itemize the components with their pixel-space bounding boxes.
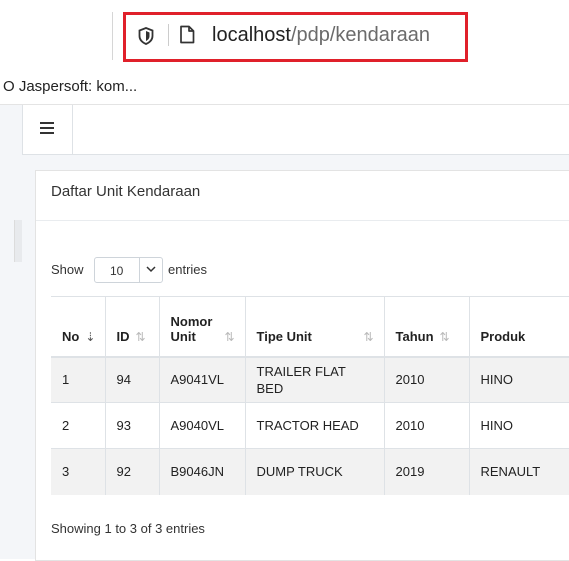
table-info: Showing 1 to 3 of 3 entries <box>51 521 205 536</box>
cell-tahun: 2010 <box>383 402 469 449</box>
chevron-down-icon[interactable] <box>139 258 162 282</box>
column-header-tahun[interactable]: Tahun ⇅ <box>383 296 469 358</box>
cell-produk: HINO <box>468 402 569 449</box>
sort-icon: ⇅ <box>224 329 235 344</box>
entries-label: entries <box>168 262 208 277</box>
entries-select-value: 10 <box>110 264 124 278</box>
cell-nomor-unit: A9041VL <box>158 356 245 403</box>
cell-produk: RENAULT <box>468 448 569 495</box>
url-highlight-box <box>123 12 468 62</box>
cell-id: 93 <box>104 402 159 449</box>
column-header-label: No <box>62 328 80 344</box>
column-header-label: Tahun <box>395 328 434 344</box>
column-header-label: Tipe Unit <box>256 328 312 344</box>
cell-tahun: 2010 <box>383 356 469 403</box>
cell-produk: HINO <box>468 356 569 403</box>
cell-no: 2 <box>51 402 105 449</box>
column-header-label: Nomor Unit <box>170 313 213 344</box>
cell-tipe-unit: TRAILER FLAT BED <box>244 356 384 403</box>
sort-icon: ⇅ <box>135 329 146 344</box>
cell-nomor-unit: A9040VL <box>158 402 245 449</box>
column-header-id[interactable]: ID ⇅ <box>104 296 159 358</box>
navbar-separator <box>72 105 73 154</box>
app-navbar <box>22 105 569 155</box>
column-header-nomor-unit[interactable]: Nomor Unit ⇅ <box>158 296 245 358</box>
sidebar-collapsed <box>0 105 22 559</box>
column-header-label: ID <box>116 328 130 344</box>
show-label: Show <box>51 262 84 277</box>
sort-icon: ⇣ <box>85 329 96 344</box>
hamburger-icon[interactable] <box>40 122 54 134</box>
column-header-label: Produk <box>480 328 526 344</box>
cell-id: 94 <box>104 356 159 403</box>
cell-id: 92 <box>104 448 159 495</box>
cell-tipe-unit: DUMP TRUCK <box>244 448 384 495</box>
bookmarks-bar: O Jaspersoft: kom... <box>0 68 569 105</box>
cell-tipe-unit: TRACTOR HEAD <box>244 402 384 449</box>
bookmark-item-jaspersoft[interactable]: O Jaspersoft: kom... <box>3 78 137 95</box>
column-header-produk[interactable]: Produk <box>468 296 569 358</box>
card-title: Daftar Unit Kendaraan <box>51 183 201 200</box>
cell-nomor-unit: B9046JN <box>158 448 245 495</box>
entries-select[interactable]: 10 <box>94 257 163 283</box>
table-row[interactable]: 1 94 A9041VL TRAILER FLAT BED 2010 HINO <box>51 356 569 403</box>
sort-icon: ⇅ <box>439 329 450 344</box>
column-header-no[interactable]: No ⇣ <box>51 296 105 358</box>
table-header-row: No ⇣ ID ⇅ Nomor Unit ⇅ Tipe Unit ⇅ Tahun ⇅ Pr… <box>51 296 569 358</box>
table-row[interactable]: 3 92 B9046JN DUMP TRUCK 2019 RENAULT <box>51 448 569 495</box>
vehicle-table: No ⇣ ID ⇅ Nomor Unit ⇅ Tipe Unit ⇅ Tahun ⇅ Pr… <box>51 296 569 495</box>
table-row[interactable]: 2 93 A9040VL TRACTOR HEAD 2010 HINO <box>51 402 569 449</box>
sort-icon: ⇅ <box>363 329 374 344</box>
cell-tahun: 2019 <box>383 448 469 495</box>
card-divider <box>36 220 569 221</box>
cell-no: 3 <box>51 448 105 495</box>
column-header-tipe-unit[interactable]: Tipe Unit ⇅ <box>244 296 384 358</box>
cell-no: 1 <box>51 356 105 403</box>
